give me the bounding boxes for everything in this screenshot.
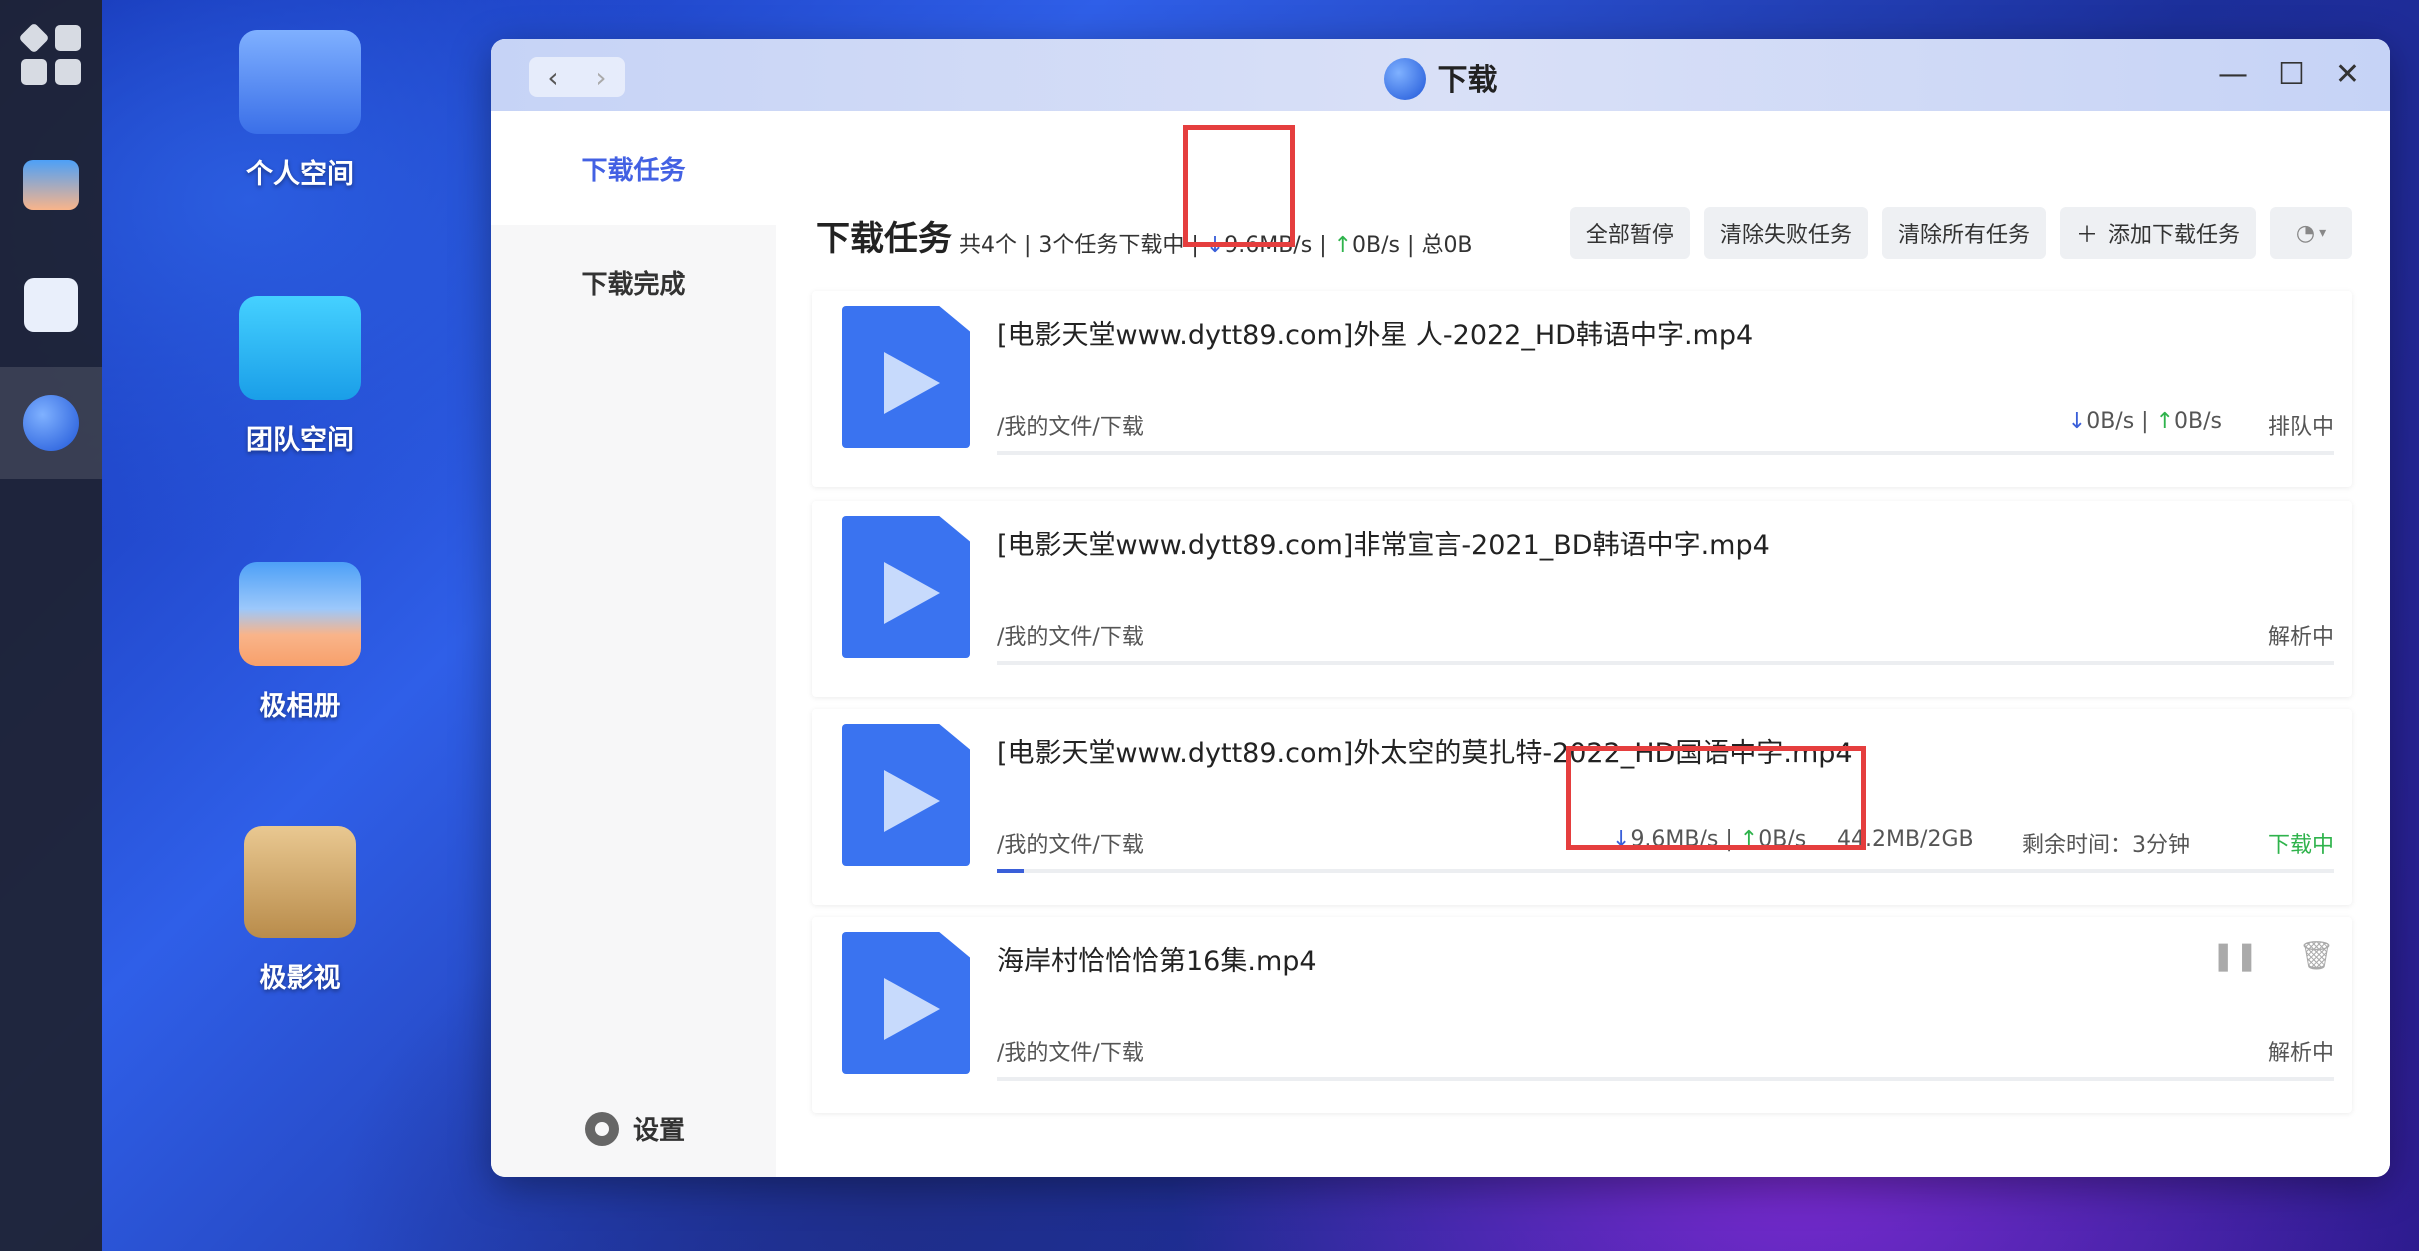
- task-speed: ↓0B/s | ↑0B/s: [2067, 409, 2222, 434]
- video-file-icon: [842, 516, 970, 658]
- desktop-icon-label: 极影视: [259, 963, 341, 994]
- task-actions: ❚❚ 🗑: [2212, 939, 2334, 972]
- highlight-box-header-speed: [1183, 125, 1295, 247]
- page-title: 下载任务: [816, 219, 952, 259]
- task-path: /我的文件/下载: [997, 833, 1144, 858]
- task-status: 下载中: [2267, 833, 2334, 858]
- add-task-button[interactable]: ＋添加下载任务: [2059, 207, 2256, 259]
- titlebar: ‹ › 下载 — ☐ ✕: [491, 39, 2390, 111]
- team-folder-icon: [239, 296, 361, 400]
- pause-all-button[interactable]: 全部暂停: [1569, 207, 1690, 259]
- pause-icon[interactable]: ❚❚: [2212, 939, 2259, 972]
- task-status: 解析中: [2267, 625, 2334, 650]
- video-file-icon: [842, 306, 970, 448]
- folder-icon: [239, 30, 361, 134]
- task-name: [电影天堂www.dytt89.com]非常宣言-2021_BD韩语中字.mp4: [997, 530, 1770, 561]
- download-window: ‹ › 下载 — ☐ ✕ 下载任务 下载完成 设置 下载任务 共4个 | 3个任…: [491, 39, 2390, 1177]
- bird-icon: [24, 278, 78, 332]
- task-path: /我的文件/下载: [997, 415, 1144, 440]
- task-status: 排队中: [2267, 415, 2334, 440]
- download-app-icon: [1383, 57, 1426, 100]
- task-row[interactable]: [电影天堂www.dytt89.com]外星 人-2022_HD韩语中字.mp4…: [812, 291, 2352, 487]
- gauge-icon: ◔: [2295, 220, 2316, 246]
- dock: [0, 0, 102, 1251]
- sidebar-item-downloading[interactable]: 下载任务: [491, 111, 776, 225]
- clear-all-button[interactable]: 清除所有任务: [1881, 207, 2046, 259]
- task-name: 海岸村恰恰恰第16集.mp4: [997, 946, 1317, 977]
- window-controls: — ☐ ✕: [2218, 57, 2360, 92]
- chevron-down-icon: ▾: [2319, 225, 2327, 241]
- dock-download-button[interactable]: [0, 367, 102, 479]
- desktop-icon-label: 极相册: [259, 691, 341, 722]
- task-name: [电影天堂www.dytt89.com]外星 人-2022_HD韩语中字.mp4: [997, 320, 1754, 351]
- settings-button[interactable]: 设置: [585, 1110, 685, 1147]
- progress-bar: [997, 1077, 2334, 1081]
- desktop-icon-label: 个人空间: [246, 159, 354, 190]
- down-arrow-icon: ↓: [2067, 409, 2087, 434]
- progress-bar: [997, 661, 2334, 665]
- download-globe-icon: [23, 395, 79, 451]
- maximize-icon[interactable]: ☐: [2278, 57, 2305, 92]
- trash-icon[interactable]: 🗑: [2298, 939, 2334, 972]
- task-path: /我的文件/下载: [997, 625, 1144, 650]
- task-status: 解析中: [2267, 1041, 2334, 1066]
- progress-bar: [997, 869, 2334, 873]
- minimize-icon[interactable]: —: [2218, 57, 2248, 92]
- sidebar: 下载任务 下载完成 设置: [491, 111, 776, 1177]
- desktop-icon-label: 团队空间: [246, 425, 354, 456]
- dock-photos-button[interactable]: [0, 130, 102, 240]
- album-icon: [239, 562, 361, 666]
- desktop-icon-video[interactable]: 极影视: [230, 826, 370, 995]
- task-path: /我的文件/下载: [997, 1041, 1144, 1066]
- gear-icon: [585, 1111, 619, 1146]
- video-file-icon: [842, 724, 970, 866]
- window-title: 下载: [491, 55, 2390, 103]
- close-icon[interactable]: ✕: [2335, 57, 2360, 92]
- task-remaining-time: 剩余时间：3分钟: [2022, 833, 2190, 858]
- up-arrow-icon: ↑: [2155, 409, 2175, 434]
- highlight-box-task-speed: [1566, 746, 1866, 850]
- video-file-icon: [842, 932, 970, 1074]
- speed-limit-dropdown[interactable]: ◔ ▾: [2270, 207, 2352, 259]
- clear-failed-button[interactable]: 清除失败任务: [1703, 207, 1868, 259]
- toolbar-actions: 全部暂停 清除失败任务 清除所有任务 ＋添加下载任务 ◔ ▾: [1569, 207, 2352, 259]
- app-launcher-button[interactable]: [0, 0, 102, 110]
- desktop-icon-personal-space[interactable]: 个人空间: [230, 30, 370, 191]
- sidebar-item-completed[interactable]: 下载完成: [491, 225, 776, 339]
- task-row[interactable]: 海岸村恰恰恰第16集.mp4 ❚❚ 🗑 /我的文件/下载 解析中: [812, 917, 2352, 1113]
- desktop-icon-team-space[interactable]: 团队空间: [230, 296, 370, 457]
- progress-bar: [997, 451, 2334, 455]
- desktop-icon-album[interactable]: 极相册: [230, 562, 370, 723]
- plus-icon: ＋: [2075, 223, 2098, 248]
- video-icon: [244, 826, 356, 938]
- task-row[interactable]: [电影天堂www.dytt89.com]非常宣言-2021_BD韩语中字.mp4…: [812, 501, 2352, 697]
- up-arrow-icon: ↑: [1333, 233, 1353, 258]
- grid-icon: [18, 22, 81, 85]
- dock-bird-app-button[interactable]: [0, 250, 102, 360]
- main-panel: 下载任务 共4个 | 3个任务下载中 | ↓9.6MB/s | ↑0B/s | …: [776, 111, 2390, 1177]
- photos-icon: [23, 160, 79, 210]
